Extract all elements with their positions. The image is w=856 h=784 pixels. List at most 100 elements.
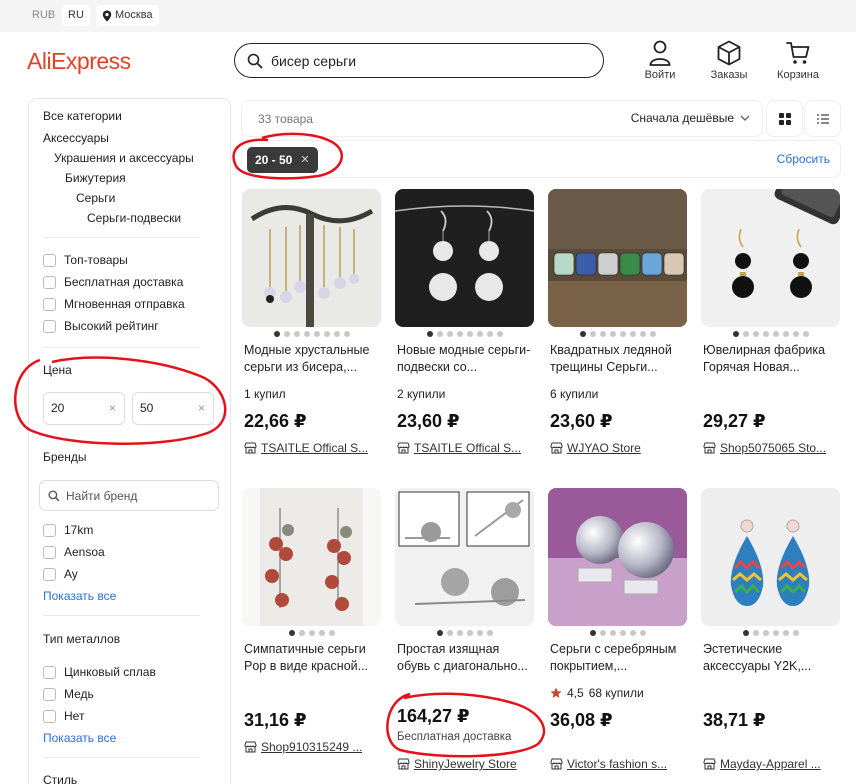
checkbox[interactable] <box>43 253 56 267</box>
brand-label: Aensoa <box>64 545 105 559</box>
price-min-input[interactable]: 20 × <box>43 392 125 425</box>
product-card[interactable]: Симпатичные серьги Pop в виде красной...… <box>242 488 385 778</box>
product-title[interactable]: Модные хрустальные серьги из бисера,... <box>244 342 382 376</box>
login-label: Войти <box>644 69 676 81</box>
product-card[interactable]: Ювелирная фабрика Горячая Новая... 29,27… <box>701 189 844 479</box>
search-bar[interactable]: бисер серьги <box>234 43 604 78</box>
search-input[interactable]: бисер серьги <box>271 53 356 69</box>
product-image[interactable] <box>548 488 687 626</box>
free-shipping-label: Бесплатная доставка <box>397 731 512 743</box>
product-image[interactable] <box>242 189 381 327</box>
product-card[interactable]: Модные хрустальные серьги из бисера,... … <box>242 189 385 479</box>
checkbox[interactable] <box>43 709 56 723</box>
metals-show-all-link[interactable]: Показать все <box>43 731 116 745</box>
metal-zinc-alloy[interactable]: Цинковый сплав <box>43 665 156 679</box>
list-view-button[interactable] <box>804 100 841 137</box>
brand-search-placeholder: Найти бренд <box>66 488 138 503</box>
filter-instant-dispatch[interactable]: Мгновенная отправка <box>43 297 185 311</box>
grid-view-button[interactable] <box>766 100 803 137</box>
filter-high-rating[interactable]: Высокий рейтинг <box>43 319 159 333</box>
chevron-down-icon <box>740 115 750 121</box>
brand-aensoa[interactable]: Aensoa <box>43 545 105 559</box>
filter-top-products[interactable]: Топ-товары <box>43 253 128 267</box>
product-image[interactable] <box>701 189 840 327</box>
divider <box>43 347 200 348</box>
category-jewelry-accessories[interactable]: Украшения и аксессуары <box>54 151 194 165</box>
product-title[interactable]: Простая изящная обувь с диагонально... <box>397 641 535 675</box>
store-link[interactable]: ShinyJewelry Store <box>397 757 538 771</box>
image-carousel-dots <box>242 630 381 638</box>
checkbox[interactable] <box>43 687 56 701</box>
product-image[interactable] <box>395 488 534 626</box>
product-price: 36,08 ₽ <box>550 710 613 730</box>
product-price: 23,60 ₽ <box>550 411 613 431</box>
image-carousel-dots <box>395 630 534 638</box>
product-card[interactable]: Новые модные серьги-подвески со... 2 куп… <box>395 189 538 479</box>
product-card[interactable]: Квадратных ледяной трещины Серьги... 6 к… <box>548 189 691 479</box>
checkbox[interactable] <box>43 523 56 537</box>
store-link[interactable]: TSAITLE Offical S... <box>397 441 538 455</box>
store-link[interactable]: Mayday-Apparel ... <box>703 757 844 771</box>
language-selector[interactable]: RU <box>62 5 90 26</box>
store-icon <box>550 758 563 770</box>
metal-none[interactable]: Нет <box>43 709 84 723</box>
divider <box>43 237 200 238</box>
checkbox[interactable] <box>43 297 56 311</box>
product-image[interactable] <box>548 189 687 327</box>
product-title[interactable]: Симпатичные серьги Pop в виде красной... <box>244 641 382 675</box>
product-card[interactable]: Серьги с серебряным покрытием,... 4,5 68… <box>548 488 691 778</box>
category-earrings[interactable]: Серьги <box>76 191 115 205</box>
brand-17km[interactable]: 17km <box>43 523 93 537</box>
product-title[interactable]: Квадратных ледяной трещины Серьги... <box>550 342 688 376</box>
store-link[interactable]: WJYAO Store <box>550 441 691 455</box>
price-max-input[interactable]: 50 × <box>132 392 214 425</box>
close-icon[interactable]: ✕ <box>300 147 309 173</box>
product-title[interactable]: Серьги с серебряным покрытием,... <box>550 641 688 675</box>
clear-icon[interactable]: × <box>198 393 205 424</box>
product-title[interactable]: Новые модные серьги-подвески со... <box>397 342 535 376</box>
box-icon <box>717 40 741 66</box>
category-bijouterie[interactable]: Бижутерия <box>65 171 126 185</box>
aliexpress-logo[interactable]: AliExpress <box>27 48 131 75</box>
price-max-value: 50 <box>140 401 154 415</box>
product-price: 38,71 ₽ <box>703 710 766 730</box>
product-title[interactable]: Эстетические аксессуары Y2K,... <box>703 641 841 675</box>
store-link[interactable]: TSAITLE Offical S... <box>244 441 385 455</box>
clear-icon[interactable]: × <box>109 393 116 424</box>
checkbox[interactable] <box>43 545 56 559</box>
product-image[interactable] <box>701 488 840 626</box>
checkbox[interactable] <box>43 319 56 333</box>
brand-ay[interactable]: Ay <box>43 567 78 581</box>
brands-show-all-link[interactable]: Показать все <box>43 589 116 603</box>
cart-button[interactable]: Корзина <box>770 40 826 81</box>
orders-button[interactable]: Заказы <box>701 40 757 81</box>
category-accessories[interactable]: Аксессуары <box>43 131 109 145</box>
sort-dropdown[interactable]: Сначала дешёвые <box>631 111 750 125</box>
store-icon <box>703 758 716 770</box>
store-link[interactable]: Shop5075065 Sto... <box>703 441 844 455</box>
metal-copper[interactable]: Медь <box>43 687 94 701</box>
category-drop-earrings[interactable]: Серьги-подвески <box>87 211 181 225</box>
product-price: 164,27 ₽ <box>397 706 470 726</box>
product-rating: 4,5 <box>567 686 584 700</box>
checkbox[interactable] <box>43 275 56 289</box>
product-title[interactable]: Ювелирная фабрика Горячая Новая... <box>703 342 841 376</box>
store-link[interactable]: Victor's fashion s... <box>550 757 691 771</box>
price-filter-chip[interactable]: 20 - 50 ✕ <box>247 147 318 173</box>
product-image[interactable] <box>242 488 381 626</box>
product-image[interactable] <box>395 189 534 327</box>
search-icon <box>247 53 263 68</box>
cart-label: Корзина <box>777 69 819 81</box>
location-selector[interactable]: Москва <box>96 5 159 26</box>
checkbox[interactable] <box>43 665 56 679</box>
brand-search-input[interactable]: Найти бренд <box>39 480 219 511</box>
product-card[interactable]: Простая изящная обувь с диагонально... 1… <box>395 488 538 778</box>
checkbox[interactable] <box>43 567 56 581</box>
filter-free-shipping[interactable]: Бесплатная доставка <box>43 275 183 289</box>
currency-selector[interactable]: RUB <box>26 5 61 26</box>
product-card[interactable]: Эстетические аксессуары Y2K,... 38,71 ₽ … <box>701 488 844 778</box>
category-all[interactable]: Все категории <box>43 109 122 123</box>
store-link[interactable]: Shop910315249 ... <box>244 740 385 754</box>
login-button[interactable]: Войти <box>632 40 688 81</box>
reset-filters-link[interactable]: Сбросить <box>777 152 830 166</box>
